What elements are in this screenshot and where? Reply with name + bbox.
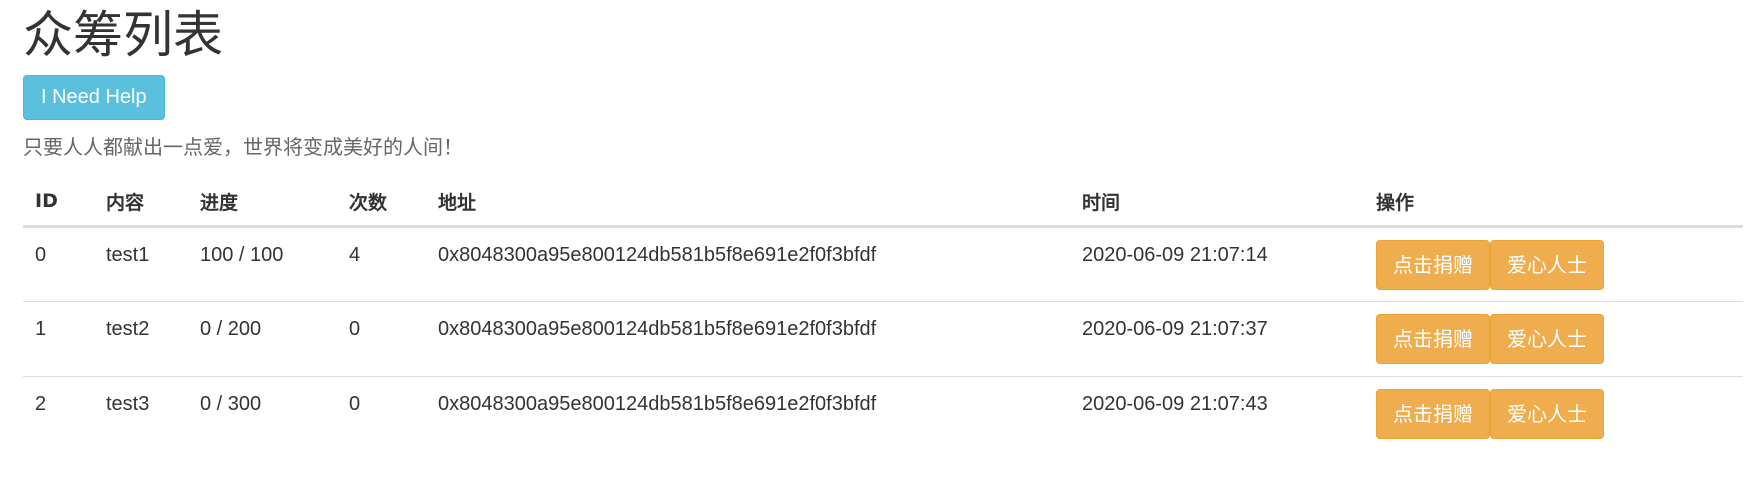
cell-time: 2020-06-09 21:07:37 — [1070, 301, 1364, 377]
column-header-time: 时间 — [1070, 177, 1364, 228]
cell-content: test1 — [94, 226, 188, 302]
column-header-content: 内容 — [94, 177, 188, 228]
cell-progress: 0 / 200 — [188, 301, 337, 377]
cell-count: 0 — [337, 301, 426, 377]
column-header-count: 次数 — [337, 177, 426, 228]
cell-content: test2 — [94, 301, 188, 377]
table-row: 1 test2 0 / 200 0 0x8048300a95e800124db5… — [23, 301, 1743, 377]
cell-actions: 点击捐赠 爱心人士 — [1364, 301, 1743, 377]
cell-id: 1 — [23, 301, 94, 377]
donors-button[interactable]: 爱心人士 — [1490, 314, 1604, 364]
cell-address: 0x8048300a95e800124db581b5f8e691e2f0f3bf… — [438, 393, 877, 415]
i-need-help-button[interactable]: I Need Help — [23, 75, 165, 120]
table-row: 2 test3 0 / 300 0 0x8048300a95e800124db5… — [23, 377, 1743, 452]
cell-id: 2 — [35, 393, 47, 415]
donate-button[interactable]: 点击捐赠 — [1376, 314, 1490, 364]
cell-content: test3 — [106, 393, 150, 415]
cell-id: 0 — [23, 226, 94, 302]
cell-actions: 点击捐赠 爱心人士 — [1364, 377, 1743, 452]
donors-button[interactable]: 爱心人士 — [1490, 240, 1604, 290]
cell-actions: 点击捐赠 爱心人士 — [1364, 226, 1743, 302]
cell-time: 2020-06-09 21:07:43 — [1082, 393, 1268, 415]
cell-count: 4 — [337, 226, 426, 302]
slogan-text: 只要人人都献出一点爱，世界将变成美好的人间！ — [23, 135, 463, 159]
action-button-group: 点击捐赠 爱心人士 — [1376, 389, 1731, 439]
table-row: 0 test1 100 / 100 4 0x8048300a95e800124d… — [23, 226, 1743, 302]
column-header-id: ID — [23, 177, 94, 228]
cell-count: 0 — [349, 393, 361, 415]
donate-button[interactable]: 点击捐赠 — [1376, 240, 1490, 290]
action-button-group: 点击捐赠 爱心人士 — [1376, 240, 1731, 290]
cell-address: 0x8048300a95e800124db581b5f8e691e2f0f3bf… — [426, 301, 1070, 377]
column-header-progress: 进度 — [188, 177, 337, 228]
donate-button[interactable]: 点击捐赠 — [1376, 389, 1490, 439]
crowdfunding-table: ID 内容 进度 次数 地址 时间 操作 0 test1 100 / 100 4… — [23, 177, 1743, 452]
column-header-actions: 操作 — [1364, 177, 1743, 228]
cell-progress: 100 / 100 — [188, 226, 337, 302]
cell-time: 2020-06-09 21:07:14 — [1070, 226, 1364, 302]
page-title: 众筹列表 — [23, 6, 223, 64]
donors-button[interactable]: 爱心人士 — [1490, 389, 1604, 439]
column-header-address: 地址 — [426, 177, 1070, 228]
page: 众筹列表 I Need Help 只要人人都献出一点爱，世界将变成美好的人间！ … — [0, 0, 1758, 452]
action-button-group: 点击捐赠 爱心人士 — [1376, 314, 1731, 364]
table-header-row: ID 内容 进度 次数 地址 时间 操作 — [23, 177, 1743, 228]
cell-progress: 0 / 300 — [200, 393, 262, 415]
cell-address: 0x8048300a95e800124db581b5f8e691e2f0f3bf… — [426, 226, 1070, 302]
